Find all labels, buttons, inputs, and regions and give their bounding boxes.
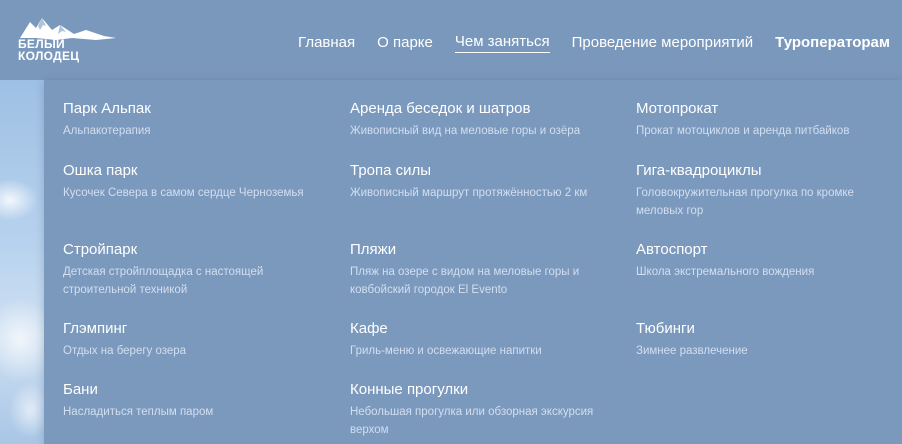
menu-item-desc: Школа экстремального вождения: [636, 266, 815, 278]
menu-item-desc: Альпакотерапия: [63, 125, 151, 137]
menu-item-gazebo-rental[interactable]: Аренда беседок и шатров Живописный вид н…: [350, 100, 580, 140]
menu-item-stroypark[interactable]: Стройпарк Детская стройплощадка с настоя…: [63, 241, 303, 299]
menu-item-tubing[interactable]: Тюбинги Зимнее развлечение: [636, 320, 748, 360]
menu-item-desc: Головокружительная прогулка по кромке ме…: [636, 187, 854, 217]
site-header: БЕЛЫЙ КОЛОДЕЦ Главная О парке Чем занять…: [0, 0, 902, 80]
menu-item-desc: Гриль-меню и освежающие напитки: [350, 345, 542, 357]
menu-item-desc: Небольшая прогулка или обзорная экскурси…: [350, 406, 594, 436]
activities-dropdown-menu: Парк Альпак Альпакотерапия Ошка парк Кус…: [44, 80, 902, 444]
menu-item-desc: Прокат мотоциклов и аренда питбайков: [636, 125, 850, 137]
menu-item-moto-rental[interactable]: Мотопрокат Прокат мотоциклов и аренда пи…: [636, 100, 849, 140]
background-sky-image: [0, 80, 44, 444]
menu-item-autosport[interactable]: Автоспорт Школа экстремального вождения: [636, 241, 814, 281]
menu-item-banya[interactable]: Бани Насладиться теплым паром: [63, 381, 213, 421]
menu-item-desc: Живописный вид на меловые горы и озёра: [350, 125, 581, 137]
menu-item-desc: Детская стройплощадка с настоящей строит…: [63, 266, 264, 296]
menu-item-glamping[interactable]: Глэмпинг Отдых на берегу озера: [63, 320, 186, 360]
menu-item-desc: Живописный маршрут протяжённостью 2 км: [350, 187, 588, 199]
menu-item-title: Парк Альпак: [63, 100, 151, 117]
menu-item-title: Ошка парк: [63, 162, 138, 179]
menu-item-title: Глэмпинг: [63, 320, 128, 337]
menu-item-title: Тропа силы: [350, 162, 432, 179]
menu-item-desc: Зимнее развлечение: [636, 345, 748, 357]
menu-item-desc: Пляж на озере с видом на меловые горы и …: [350, 266, 580, 296]
menu-item-horse-riding[interactable]: Конные прогулки Небольшая прогулка или о…: [350, 381, 620, 439]
menu-item-title: Пляжи: [350, 241, 397, 258]
menu-item-title: Гига-квадроциклы: [636, 162, 762, 179]
logo-line-2: КОЛОДЕЦ: [18, 49, 80, 63]
logo-text: БЕЛЫЙ КОЛОДЕЦ: [18, 38, 79, 62]
menu-item-desc: Насладиться теплым паром: [63, 406, 214, 418]
menu-item-title: Стройпарк: [63, 241, 138, 258]
nav-tour-operators[interactable]: Туроператорам: [775, 34, 890, 52]
nav-events[interactable]: Проведение мероприятий: [572, 34, 753, 52]
menu-item-title: Кафе: [350, 320, 388, 337]
nav-activities[interactable]: Чем заняться: [454, 33, 550, 53]
menu-item-giga-quads[interactable]: Гига-квадроциклы Головокружительная прог…: [636, 162, 886, 220]
menu-item-title: Конные прогулки: [350, 381, 469, 398]
menu-item-power-trail[interactable]: Тропа силы Живописный маршрут протяжённо…: [350, 162, 587, 202]
main-nav: Главная О парке Чем заняться Проведение …: [298, 33, 890, 53]
nav-home[interactable]: Главная: [298, 34, 355, 52]
menu-item-oshka-park[interactable]: Ошка парк Кусочек Севера в самом сердце …: [63, 162, 304, 202]
menu-item-desc: Отдых на берегу озера: [63, 345, 187, 357]
menu-item-alpaca-park[interactable]: Парк Альпак Альпакотерапия: [63, 100, 151, 140]
menu-item-title: Мотопрокат: [636, 100, 719, 117]
site-logo[interactable]: БЕЛЫЙ КОЛОДЕЦ: [16, 16, 126, 66]
menu-item-desc: Кусочек Севера в самом сердце Черноземья: [63, 187, 304, 199]
menu-item-title: Бани: [63, 381, 98, 398]
menu-item-title: Автоспорт: [636, 241, 708, 258]
menu-item-cafe[interactable]: Кафе Гриль-меню и освежающие напитки: [350, 320, 542, 360]
menu-item-title: Тюбинги: [636, 320, 695, 337]
menu-item-beaches[interactable]: Пляжи Пляж на озере с видом на меловые г…: [350, 241, 595, 299]
nav-about[interactable]: О парке: [377, 34, 433, 52]
menu-item-title: Аренда беседок и шатров: [350, 100, 531, 117]
